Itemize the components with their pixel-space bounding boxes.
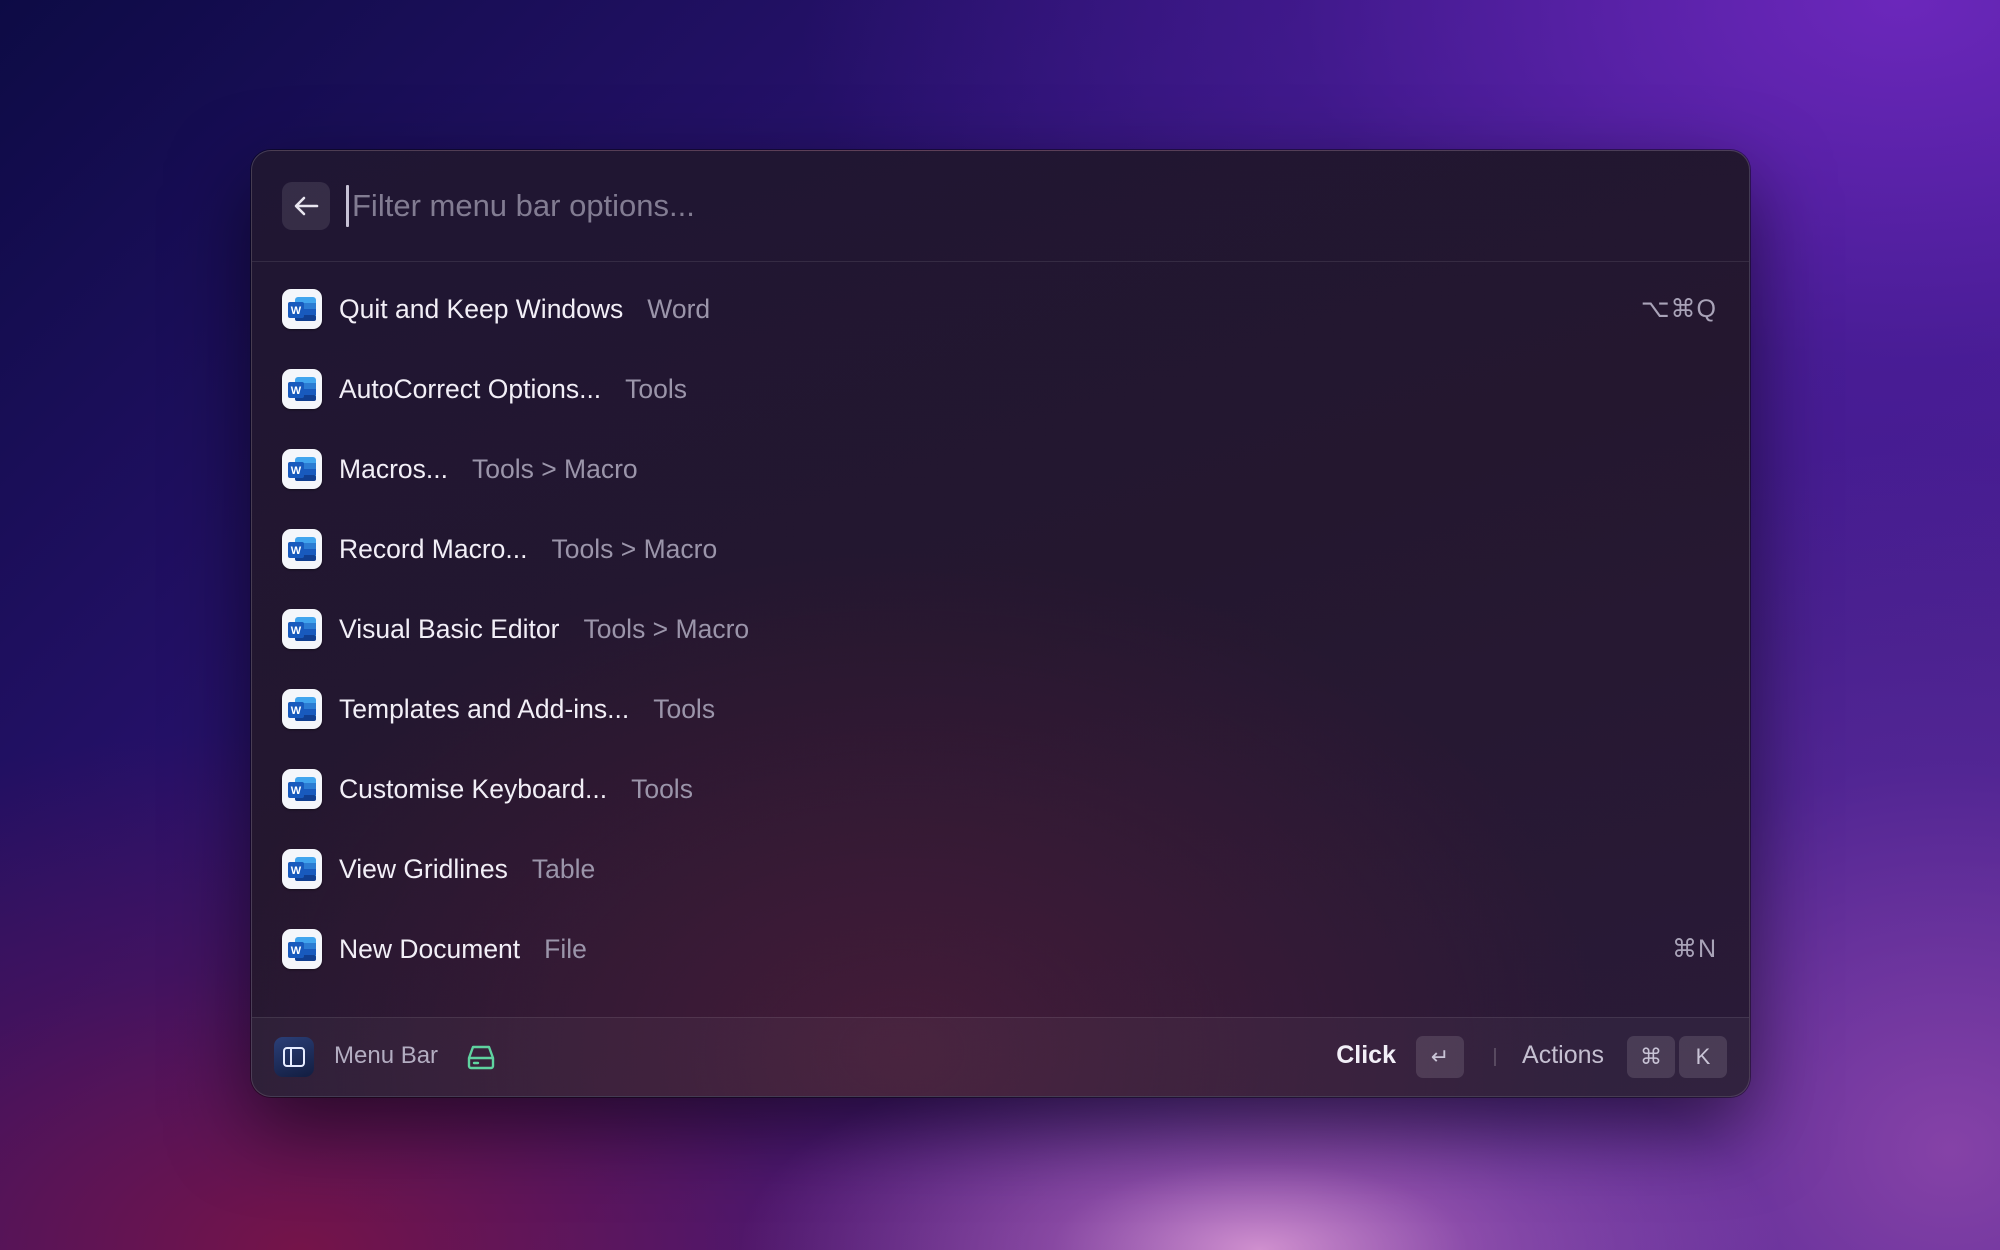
word-app-icon: W xyxy=(282,449,322,489)
word-app-icon: W xyxy=(282,369,322,409)
storage-icon xyxy=(466,1042,496,1077)
footer-divider xyxy=(1494,1048,1496,1066)
back-button[interactable] xyxy=(282,182,330,230)
item-subtitle: Tools xyxy=(653,693,716,724)
item-subtitle: Tools > Macro xyxy=(551,533,718,564)
item-subtitle: Tools > Macro xyxy=(583,613,750,644)
svg-text:W: W xyxy=(291,385,302,397)
svg-text:W: W xyxy=(291,785,302,797)
list-item[interactable]: W AutoCorrect Options... Tools xyxy=(252,349,1749,429)
text-caret xyxy=(346,185,349,227)
svg-text:W: W xyxy=(291,865,302,877)
command-key-badge: ⌘ xyxy=(1627,1036,1675,1078)
list-item-title: Customise Keyboard... Tools xyxy=(339,774,693,805)
menu-bar-extension-icon xyxy=(274,1037,314,1077)
item-title-text: Macros... xyxy=(339,453,448,484)
item-subtitle: Tools xyxy=(625,373,688,404)
arrow-left-icon xyxy=(294,196,319,216)
svg-text:W: W xyxy=(291,705,302,717)
list-item[interactable]: W Visual Basic Editor Tools > Macro xyxy=(252,589,1749,669)
list-item[interactable]: W Record Macro... Tools > Macro xyxy=(252,509,1749,589)
list-item-title: AutoCorrect Options... Tools xyxy=(339,374,687,405)
list-item[interactable]: W Templates and Add-ins... Tools xyxy=(252,669,1749,749)
item-title-text: Record Macro... xyxy=(339,533,528,564)
item-title-text: Customise Keyboard... xyxy=(339,773,608,804)
search-bar xyxy=(252,151,1749,262)
item-subtitle: Tools xyxy=(631,773,693,804)
results-list: W Quit and Keep Windows Word ⌥⌘Q W AutoCo… xyxy=(252,269,1749,989)
list-item-title: Macros... Tools > Macro xyxy=(339,454,638,485)
list-item-title: Record Macro... Tools > Macro xyxy=(339,534,717,565)
list-item-title: Visual Basic Editor Tools > Macro xyxy=(339,614,749,645)
item-title-text: AutoCorrect Options... xyxy=(339,373,602,404)
list-item[interactable]: W New Document File ⌘N xyxy=(252,909,1749,989)
word-app-icon: W xyxy=(282,929,322,969)
k-key-badge: K xyxy=(1679,1036,1727,1078)
item-subtitle: Table xyxy=(531,853,596,884)
word-app-icon: W xyxy=(282,849,322,889)
svg-text:W: W xyxy=(291,465,302,477)
item-shortcut: ⌥⌘Q xyxy=(1640,295,1717,323)
list-item[interactable]: W View Gridlines Table xyxy=(252,829,1749,909)
extension-label: Menu Bar xyxy=(334,1042,439,1069)
list-item-title: New Document File xyxy=(339,934,587,965)
word-app-icon: W xyxy=(282,769,322,809)
word-app-icon: W xyxy=(282,609,322,649)
svg-text:W: W xyxy=(291,305,302,317)
svg-text:W: W xyxy=(291,545,302,557)
item-title-text: Templates and Add-ins... xyxy=(339,693,630,724)
list-item[interactable]: W Quit and Keep Windows Word ⌥⌘Q xyxy=(252,269,1749,349)
enter-key-badge: ↵ xyxy=(1416,1036,1464,1078)
item-title-text: Visual Basic Editor xyxy=(339,613,560,644)
item-title-text: Quit and Keep Windows xyxy=(339,293,624,324)
word-app-icon: W xyxy=(282,289,322,329)
item-title-text: View Gridlines xyxy=(339,853,508,884)
list-item[interactable]: W Customise Keyboard... Tools xyxy=(252,749,1749,829)
item-subtitle: Tools > Macro xyxy=(471,453,638,484)
item-subtitle: Word xyxy=(647,293,711,324)
item-shortcut: ⌘N xyxy=(1671,935,1717,963)
command-palette-window: W Quit and Keep Windows Word ⌥⌘Q W AutoCo… xyxy=(251,150,1750,1097)
item-title-text: New Document xyxy=(339,933,521,964)
list-item[interactable]: W Macros... Tools > Macro xyxy=(252,429,1749,509)
footer-bar: Menu Bar Click ↵ Actions ⌘ K xyxy=(252,1017,1749,1096)
item-subtitle: File xyxy=(544,933,587,964)
word-app-icon: W xyxy=(282,689,322,729)
primary-action-label[interactable]: Click xyxy=(1336,1041,1396,1070)
list-item-title: Templates and Add-ins... Tools xyxy=(339,694,715,725)
word-app-icon: W xyxy=(282,529,322,569)
svg-text:W: W xyxy=(291,945,302,957)
search-input[interactable] xyxy=(346,173,1652,239)
svg-text:W: W xyxy=(291,625,302,637)
list-item-title: View Gridlines Table xyxy=(339,854,595,885)
list-item-title: Quit and Keep Windows Word xyxy=(339,294,710,325)
actions-button[interactable]: Actions xyxy=(1522,1041,1604,1070)
